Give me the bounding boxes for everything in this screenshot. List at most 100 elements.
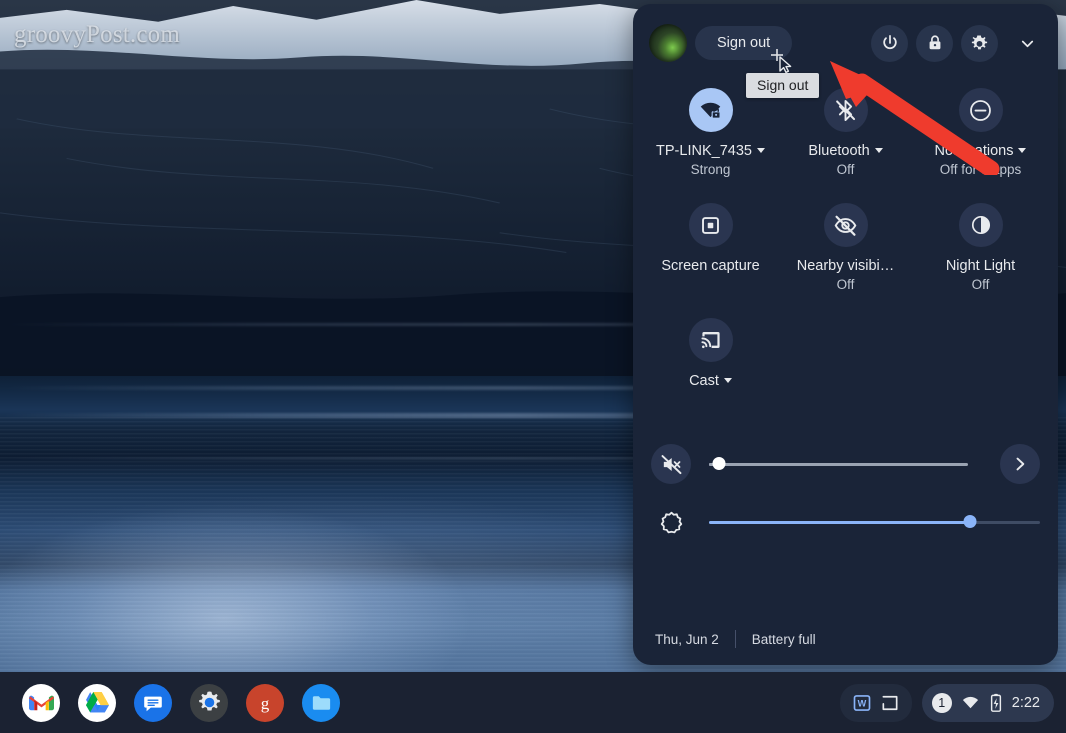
- brightness-button[interactable]: [651, 502, 691, 542]
- settings-gear-icon: [198, 691, 220, 711]
- chevron-down-icon: [723, 378, 732, 383]
- do-not-disturb-icon: [970, 99, 991, 121]
- shelf-app-files[interactable]: [302, 683, 340, 722]
- volume-expand-button[interactable]: [1000, 444, 1040, 484]
- tile-icon-network: [688, 88, 733, 132]
- tile-network[interactable]: TP-LINK_7435 Strong: [643, 88, 778, 177]
- volume-mute-icon: [661, 454, 681, 474]
- tile-icon-bluetooth: [823, 88, 868, 132]
- chromeos-desktop: groovyPost.com Sign out Sign out TP-LINK…: [0, 0, 1066, 733]
- quick-settings-panel: Sign out Sign out TP-LINK_7435 Strong Bl…: [633, 4, 1058, 665]
- tile-label-night-light: Night Light: [945, 258, 1016, 274]
- svg-text:g: g: [261, 694, 270, 713]
- tile-icon-night-light: [958, 203, 1003, 247]
- brightness-slider[interactable]: [709, 512, 1040, 532]
- shelf: g W 1 2:22: [0, 672, 1066, 733]
- brightness-icon: [660, 511, 682, 533]
- tile-sub-notifications: Off for 3 apps: [939, 162, 1022, 177]
- volume-slider-row: [651, 438, 1040, 490]
- wifi-icon: [962, 696, 978, 709]
- tile-screen-capture[interactable]: Screen capture: [643, 203, 778, 292]
- brightness-thumb[interactable]: [963, 515, 977, 528]
- date-label[interactable]: Thu, Jun 2: [655, 632, 719, 647]
- collapse-button[interactable]: [1010, 26, 1044, 60]
- volume-slider[interactable]: [709, 454, 968, 474]
- shelf-app-google-drive[interactable]: [78, 683, 116, 722]
- shelf-app-gmail[interactable]: [22, 683, 60, 722]
- tile-label-text: TP-LINK_7435: [656, 143, 752, 159]
- watermark: groovyPost.com: [14, 21, 180, 48]
- word-window-icon: W: [853, 694, 871, 711]
- tile-label-nearby-visibility: Nearby visibi…: [796, 258, 895, 274]
- window-overview-icon: [882, 695, 898, 710]
- lock-button[interactable]: [916, 24, 953, 62]
- sliders-section: [633, 390, 1058, 548]
- eye-off-icon: [834, 215, 857, 236]
- night-light-icon: [971, 215, 990, 235]
- tile-label-bluetooth: Bluetooth: [808, 142, 883, 160]
- gear-icon: [971, 34, 988, 49]
- tile-nearby-visibility[interactable]: Nearby visibi… Off: [778, 203, 913, 292]
- svg-text:W: W: [857, 698, 866, 708]
- tile-cast[interactable]: Cast: [643, 318, 778, 390]
- tile-icon-notifications: [958, 88, 1003, 132]
- messages-icon: [144, 696, 162, 711]
- tile-notifications[interactable]: Notifications Off for 3 apps: [913, 88, 1048, 177]
- chevron-down-icon: [1018, 148, 1027, 153]
- shelf-app-settings[interactable]: [190, 683, 228, 722]
- avatar[interactable]: [649, 24, 687, 62]
- sign-out-button[interactable]: Sign out: [695, 26, 793, 60]
- quick-settings-footer: Thu, Jun 2 Battery full: [633, 613, 1058, 665]
- settings-button[interactable]: [961, 24, 998, 62]
- tile-icon-screen-capture: [688, 203, 733, 247]
- volume-track: [709, 463, 968, 466]
- battery-charging-icon: [990, 693, 1001, 712]
- quick-settings-tiles: TP-LINK_7435 Strong Bluetooth Off Notifi…: [633, 66, 1058, 390]
- google-drive-icon: [85, 692, 109, 713]
- tile-label-text: Bluetooth: [808, 143, 870, 159]
- sign-out-tooltip: Sign out: [746, 73, 820, 98]
- tile-bluetooth[interactable]: Bluetooth Off: [778, 88, 913, 177]
- tile-label-cast: Cast: [689, 372, 732, 390]
- chevron-down-icon: [874, 148, 883, 153]
- files-folder-icon: [312, 695, 330, 710]
- lock-icon: [929, 35, 940, 50]
- cast-icon: [700, 332, 720, 349]
- bluetooth-off-icon: [836, 99, 856, 121]
- brightness-slider-row: [651, 496, 1040, 548]
- shelf-status-region: W 1 2:22: [839, 683, 1066, 722]
- chevron-right-icon: [1016, 457, 1025, 471]
- power-button[interactable]: [871, 24, 908, 62]
- tile-label-screen-capture: Screen capture: [661, 258, 760, 274]
- tile-sub-nearby-visibility: Off: [836, 277, 855, 292]
- tile-icon-cast: [688, 318, 733, 362]
- shelf-app-groovypost[interactable]: g: [246, 683, 284, 722]
- tile-label-text: Cast: [689, 373, 719, 389]
- gmail-icon: [28, 695, 54, 710]
- screen-capture-icon: [702, 216, 719, 234]
- volume-thumb[interactable]: [712, 457, 726, 470]
- tile-icon-nearby-visibility: [823, 203, 868, 247]
- chevron-down-icon: [756, 148, 765, 153]
- footer-divider: [734, 630, 736, 648]
- tile-label-network: TP-LINK_7435: [656, 142, 765, 160]
- tile-night-light[interactable]: Night Light Off: [913, 203, 1048, 292]
- tile-label-text: Notifications: [934, 143, 1014, 159]
- notification-count-badge: 1: [931, 692, 952, 713]
- shelf-app-messages[interactable]: [134, 683, 172, 722]
- wifi-locked-icon: [700, 102, 721, 119]
- power-icon: [882, 35, 897, 50]
- tile-label-notifications: Notifications: [935, 142, 1027, 160]
- tile-sub-network: Strong: [690, 162, 731, 177]
- groovypost-icon: g: [261, 694, 270, 713]
- shelf-app-list: g: [0, 683, 340, 722]
- volume-mute-button[interactable]: [651, 444, 691, 484]
- brightness-fill: [709, 520, 971, 524]
- system-status-tray[interactable]: 1 2:22: [921, 683, 1054, 722]
- battery-label[interactable]: Battery full: [752, 632, 816, 647]
- tile-sub-night-light: Off: [971, 277, 990, 292]
- quick-settings-header: Sign out: [633, 4, 1058, 66]
- chevron-down-icon: [1021, 40, 1033, 47]
- shelf-window-icons[interactable]: W: [839, 683, 912, 722]
- tile-sub-bluetooth: Off: [836, 162, 855, 177]
